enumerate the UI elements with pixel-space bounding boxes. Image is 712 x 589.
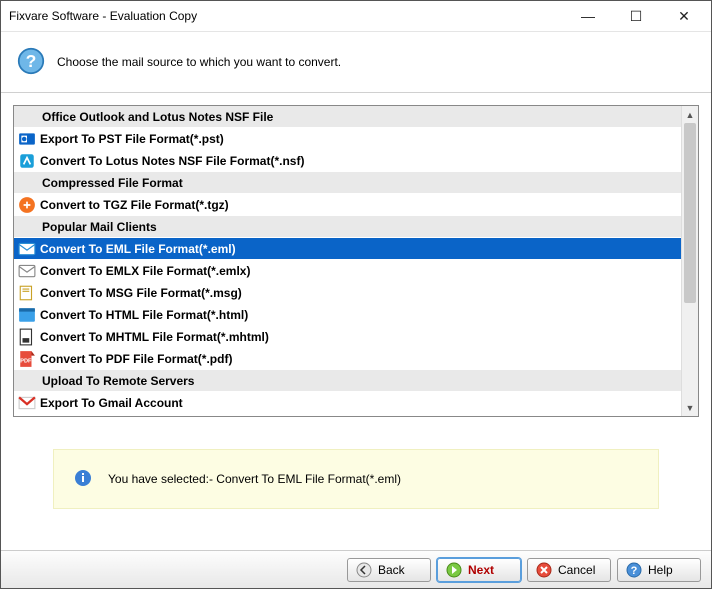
list-item[interactable]: Convert To Lotus Notes NSF File Format(*… [14,150,681,172]
footer-buttons: Back Next Cancel ? Help [1,550,711,588]
list-header: Popular Mail Clients [14,216,681,238]
list-header: Upload To Remote Servers [14,370,681,392]
outlook-icon [18,131,36,147]
help-button[interactable]: ? Help [617,558,701,582]
list-header-label: Office Outlook and Lotus Notes NSF File [42,110,273,124]
back-label: Back [378,563,405,577]
list-item[interactable]: Convert to TGZ File Format(*.tgz) [14,194,681,216]
list-item-label: Convert To MHTML File Format(*.mhtml) [40,330,269,344]
scroll-thumb[interactable] [684,123,696,303]
cancel-icon [536,562,552,578]
list-item-label: Convert To PDF File Format(*.pdf) [40,352,232,366]
tgz-icon [18,197,36,213]
minimize-button[interactable]: — [574,8,602,25]
list-item[interactable]: Export To PST File Format(*.pst) [14,128,681,150]
content-area: Office Outlook and Lotus Notes NSF File E… [1,93,711,550]
list-item-label: Convert To HTML File Format(*.html) [40,308,248,322]
msg-icon [18,285,36,301]
instruction-text: Choose the mail source to which you want… [57,55,341,69]
scroll-up-arrow[interactable]: ▲ [682,106,698,123]
next-button[interactable]: Next [437,558,521,582]
help-small-icon: ? [626,562,642,578]
info-icon [74,469,92,490]
eml-icon [18,241,36,257]
app-window: Fixvare Software - Evaluation Copy — ☐ ✕… [0,0,712,589]
window-title: Fixvare Software - Evaluation Copy [9,9,197,23]
format-listbox[interactable]: Office Outlook and Lotus Notes NSF File E… [13,105,699,417]
cancel-label: Cancel [558,563,595,577]
list-item[interactable]: Convert To MSG File Format(*.msg) [14,282,681,304]
list-item[interactable]: Convert To EML File Format(*.eml) [14,238,681,260]
cancel-button[interactable]: Cancel [527,558,611,582]
back-button[interactable]: Back [347,558,431,582]
list-header: Office Outlook and Lotus Notes NSF File [14,106,681,128]
scrollbar[interactable]: ▲ ▼ [681,106,698,416]
list-item-label: Convert To MSG File Format(*.msg) [40,286,242,300]
list-item-label: Export To PST File Format(*.pst) [40,132,224,146]
titlebar: Fixvare Software - Evaluation Copy — ☐ ✕ [1,1,711,31]
list-item[interactable]: PDF Convert To PDF File Format(*.pdf) [14,348,681,370]
list-header-label: Popular Mail Clients [42,220,157,234]
lotus-icon [18,153,36,169]
list-item-label: Export To Gmail Account [40,396,183,410]
next-arrow-icon [446,562,462,578]
gmail-icon [18,395,36,411]
close-button[interactable]: ✕ [670,8,698,25]
status-text: You have selected:- Convert To EML File … [108,472,401,486]
help-icon: ? [17,47,45,78]
svg-text:?: ? [631,565,638,577]
list-item-label: Convert To EML File Format(*.eml) [40,242,236,256]
list-item-label: Convert to TGZ File Format(*.tgz) [40,198,229,212]
list-item[interactable]: Convert To HTML File Format(*.html) [14,304,681,326]
instruction-panel: ? Choose the mail source to which you wa… [1,31,711,93]
maximize-button[interactable]: ☐ [622,8,650,25]
emlx-icon [18,263,36,279]
svg-text:PDF: PDF [20,358,32,364]
list-item[interactable]: Convert To MHTML File Format(*.mhtml) [14,326,681,348]
status-panel: You have selected:- Convert To EML File … [53,449,659,509]
mhtml-icon [18,329,36,345]
list-header-label: Upload To Remote Servers [42,374,194,388]
list-header-label: Compressed File Format [42,176,183,190]
list-item[interactable]: Convert To EMLX File Format(*.emlx) [14,260,681,282]
scroll-down-arrow[interactable]: ▼ [682,399,698,416]
html-icon [18,307,36,323]
pdf-icon: PDF [18,351,36,367]
next-label: Next [468,563,494,577]
list-item[interactable]: Export To Gmail Account [14,392,681,414]
svg-text:?: ? [26,51,37,71]
window-controls: — ☐ ✕ [574,8,703,25]
list-header: Compressed File Format [14,172,681,194]
help-label: Help [648,563,673,577]
back-arrow-icon [356,562,372,578]
list-item-label: Convert To Lotus Notes NSF File Format(*… [40,154,304,168]
list-item-label: Convert To EMLX File Format(*.emlx) [40,264,250,278]
